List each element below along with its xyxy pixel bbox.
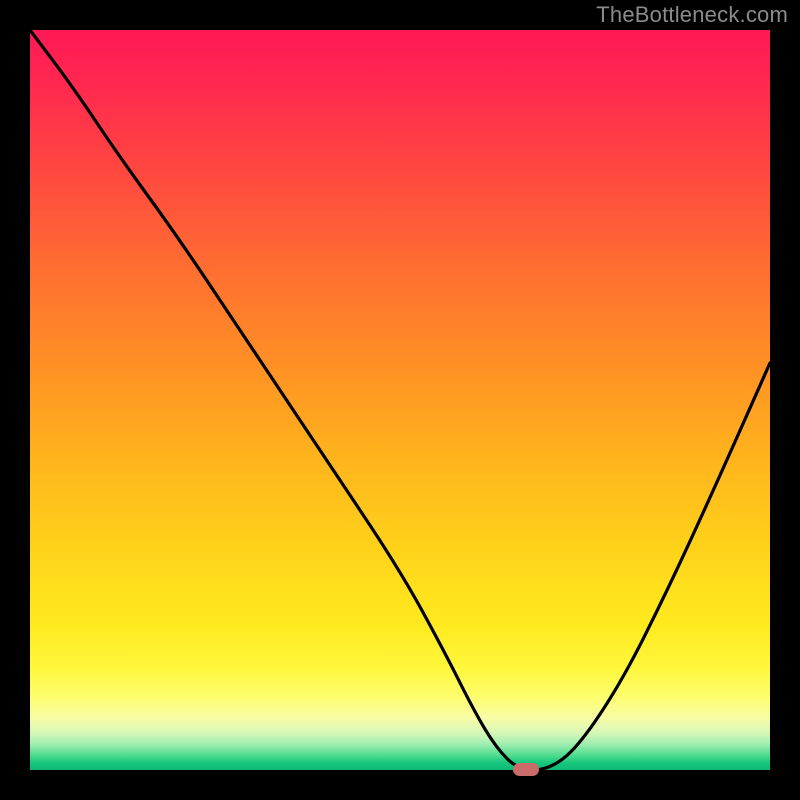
optimal-marker	[513, 763, 539, 776]
curve-layer	[30, 30, 770, 770]
bottleneck-curve-path	[30, 30, 770, 770]
watermark-text: TheBottleneck.com	[596, 2, 788, 28]
chart-frame: TheBottleneck.com	[0, 0, 800, 800]
